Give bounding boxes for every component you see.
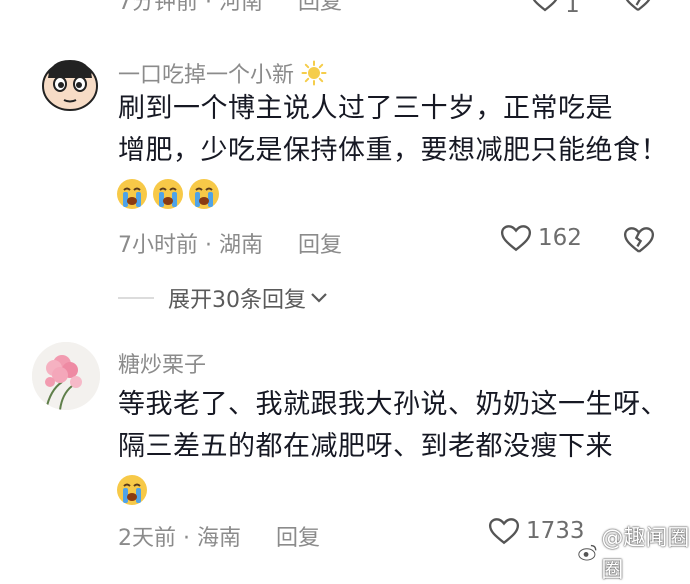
broken-heart-icon [623, 227, 655, 253]
comment-location: 湖南 [219, 233, 264, 258]
comment-meta: 7小时前 · 湖南 回复 [118, 233, 343, 258]
expand-replies-button[interactable]: 展开30条回复 [118, 282, 328, 314]
comment-location: 河南 [219, 0, 264, 15]
like-button[interactable]: 1733 [488, 517, 585, 545]
flower-avatar-icon [32, 342, 100, 410]
like-count: 162 [538, 225, 582, 251]
like-button[interactable]: 162 [500, 224, 582, 252]
divider [118, 297, 154, 299]
emoji-row [116, 178, 224, 214]
username[interactable]: 糖炒栗子 [118, 347, 206, 379]
comment-text: 等我老了、我就跟我大孙说、奶奶这一生呀、 隔三差五的都在减肥呀、到老都没瘦下来 [118, 384, 683, 468]
crying-emoji-icon [117, 475, 147, 505]
comment-text-line: 增肥，少吃是保持体重，要想减肥只能绝食！ [118, 135, 668, 166]
comment-time: 2天前 [118, 526, 176, 551]
like-count: 1 [565, 0, 580, 18]
comment-time: 7分钟前 [118, 0, 198, 15]
comment-location: 海南 [197, 526, 242, 551]
weibo-icon [578, 544, 597, 561]
crying-emoji-icon [117, 179, 147, 209]
username[interactable]: 一口吃掉一个小新 [118, 57, 327, 89]
sun-icon [301, 60, 327, 86]
comment-text-line: 隔三差五的都在减肥呀、到老都没瘦下来 [118, 431, 613, 462]
chevron-down-icon [311, 293, 327, 303]
dislike-button[interactable] [623, 0, 653, 16]
emoji-row [116, 474, 152, 510]
broken-heart-icon [625, 0, 651, 11]
watermark: @趣闻圈圈 [578, 520, 690, 584]
reply-button[interactable]: 回复 [298, 233, 342, 258]
like-button[interactable]: 1 [530, 0, 580, 18]
shinchan-avatar-icon [36, 48, 104, 116]
reply-button[interactable]: 回复 [298, 0, 342, 15]
comment-text-line: 等我老了、我就跟我大孙说、奶奶这一生呀、 [118, 389, 668, 420]
comment-meta: 2天前 · 海南 回复 [118, 526, 321, 551]
reply-button[interactable]: 回复 [276, 526, 320, 551]
watermark-text: @趣闻圈圈 [601, 526, 690, 583]
comment-text-line: 刷到一个博主说人过了三十岁，正常吃是 [118, 93, 613, 124]
heart-outline-icon [532, 0, 558, 12]
top-comment-meta: 7分钟前 · 河南 回复 [118, 0, 342, 16]
heart-outline-icon [488, 518, 520, 545]
username-text: 一口吃掉一个小新 [118, 63, 295, 88]
crying-emoji-icon [153, 179, 183, 209]
crying-emoji-icon [189, 179, 219, 209]
avatar[interactable] [32, 342, 100, 410]
dislike-button[interactable] [623, 226, 655, 258]
like-count: 1733 [526, 518, 585, 544]
heart-outline-icon [500, 225, 532, 252]
avatar[interactable] [36, 48, 104, 116]
comment-text: 刷到一个博主说人过了三十岁，正常吃是 增肥，少吃是保持体重，要想减肥只能绝食！ [118, 88, 678, 172]
expand-replies-label: 展开30条回复 [168, 288, 306, 313]
comment-time: 7小时前 [118, 233, 198, 258]
